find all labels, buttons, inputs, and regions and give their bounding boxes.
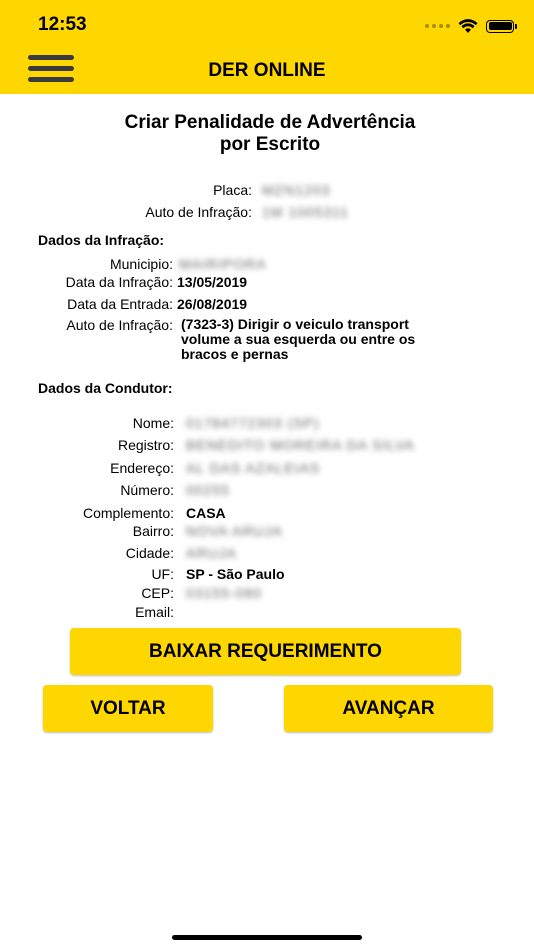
page-title-line-1: Criar Penalidade de Advertência [124, 112, 416, 133]
app-title: DER ONLINE [208, 60, 326, 81]
nome-value: 01784772303 (SP) [186, 415, 320, 431]
data-infracao-value: 13/05/2019 [177, 274, 248, 290]
auto-infracao-line-3: bracos e pernas [181, 346, 289, 362]
next-button[interactable]: AVANÇAR [284, 685, 493, 732]
cellular-signal-icon [425, 24, 450, 28]
complemento-label: Complemento: [82, 505, 174, 521]
auto-infracao-label: Auto de Infração: [66, 317, 173, 333]
auto-infracao-description: (7323-3) Dirigir o veiculo transport vol… [181, 317, 481, 362]
numero-value: 00255 [186, 482, 230, 498]
data-infracao-label: Data da Infração: [65, 274, 173, 290]
numero-label: Número: [120, 482, 174, 498]
email-label: Email: [135, 604, 174, 620]
status-icons [425, 16, 517, 36]
wifi-icon [458, 18, 478, 33]
download-request-button[interactable]: BAIXAR REQUERIMENTO [70, 628, 461, 675]
uf-value: SP - São Paulo [186, 566, 285, 582]
auto-infracao-line-2: volume a sua esquerda ou entre os [181, 331, 416, 347]
back-button[interactable]: VOLTAR [43, 685, 213, 732]
page-title: Criar Penalidade de Advertência por Escr… [0, 112, 534, 156]
nome-label: Nome: [132, 415, 174, 431]
battery-icon [486, 19, 517, 33]
data-entrada-label: Data da Entrada: [67, 296, 173, 312]
complemento-value: CASA [186, 505, 226, 521]
cep-label: CEP: [141, 585, 174, 601]
registro-label: Registro: [117, 437, 174, 453]
placa-value: MZN1203 [262, 182, 331, 198]
cidade-value: ARUJA [186, 545, 237, 561]
driver-section-title: Dados da Condutor: [38, 380, 173, 396]
cep-value: 03155-080 [186, 585, 262, 601]
auto-infracao-line-1: (7323-3) Dirigir o veiculo transport [181, 316, 409, 332]
bairro-label: Bairro: [132, 523, 174, 539]
endereco-label: Endereço: [110, 460, 174, 476]
placa-label: Placa: [213, 182, 252, 198]
status-time: 12:53 [38, 14, 87, 35]
municipio-label: Municipio: [109, 256, 173, 272]
infraction-section-title: Dados da Infração: [38, 232, 165, 248]
cidade-label: Cidade: [125, 545, 174, 561]
data-entrada-value: 26/08/2019 [177, 296, 248, 312]
endereco-value: AL DAS AZALEIAS [186, 460, 321, 476]
registro-value: BENEDITO MOREIRA DA SILVA [186, 437, 415, 453]
bairro-value: NOVA ARUJA [186, 523, 283, 539]
uf-label: UF: [151, 566, 174, 582]
home-indicator[interactable] [172, 935, 362, 940]
auto-infracao-top-value: 1M 1005311 [262, 204, 349, 220]
app-header: 12:53 DER ONLINE [0, 0, 534, 94]
municipio-value: MAIRIPORA [179, 256, 267, 272]
auto-infracao-top-label: Auto de Infração: [145, 204, 252, 220]
page-title-line-2: por Escrito [219, 134, 321, 155]
